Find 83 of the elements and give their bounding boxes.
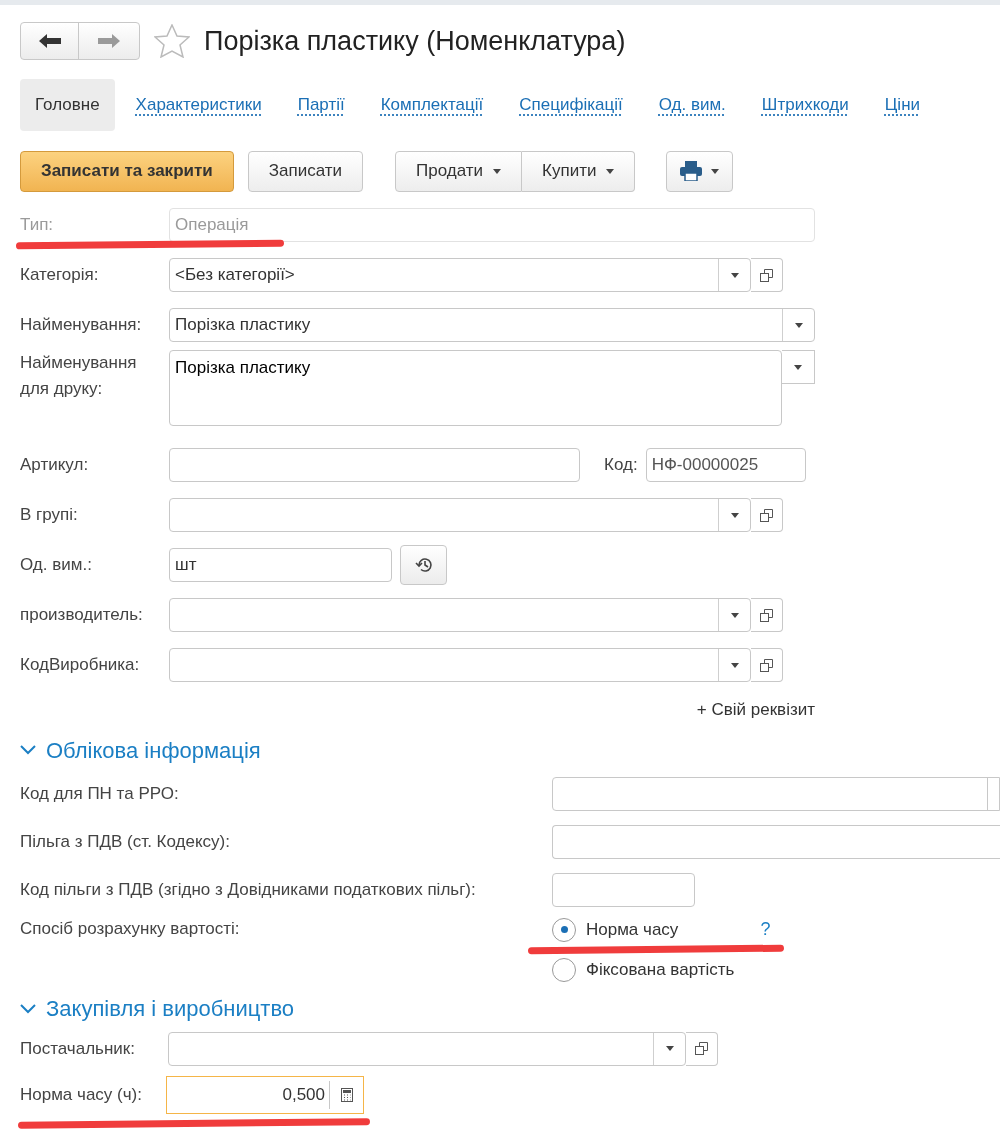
section-header[interactable]: Закупівля і виробництво — [20, 988, 295, 1029]
field-label: Категорія: — [20, 264, 100, 287]
back-arrow-icon — [38, 34, 61, 48]
tab[interactable]: Характеристики — [120, 79, 277, 131]
menu-button[interactable]: Купити — [522, 150, 636, 192]
chevron-icon — [20, 745, 36, 755]
input-field: Операція — [169, 208, 815, 242]
field-label: Норма часу (ч): — [20, 1083, 143, 1106]
star-icon[interactable] — [154, 24, 190, 58]
text-area[interactable]: Порізка пластику — [169, 350, 782, 426]
field-label: Пільга з ПДВ (ст. Кодексу): — [20, 831, 231, 854]
open-button[interactable] — [751, 258, 783, 292]
number-field[interactable]: 0,500 — [166, 1075, 364, 1114]
input-field[interactable] — [552, 777, 1000, 811]
dropdown-button[interactable] — [782, 350, 815, 384]
caret-icon — [493, 168, 502, 174]
input-field[interactable] — [169, 648, 751, 682]
save-close-button[interactable]: Записати та закрити — [20, 150, 234, 192]
calculator-icon — [340, 1087, 353, 1102]
open-button[interactable] — [751, 648, 783, 682]
open-button[interactable] — [686, 1031, 718, 1066]
caret-icon — [730, 272, 739, 278]
field-label: Спосіб розрахунку вартості: — [20, 918, 241, 940]
input-field[interactable] — [168, 1031, 686, 1066]
window-title: Порізка пластику (Номенклатура) — [204, 24, 626, 58]
open-window-icon — [695, 1042, 708, 1055]
open-window-icon — [760, 268, 773, 282]
caret-icon — [606, 168, 615, 174]
input-field[interactable]: НФ-00000025 — [645, 448, 806, 482]
field-label: В групі: — [20, 504, 79, 527]
field-label: Найменування для друку: — [20, 352, 138, 400]
caret-icon — [730, 512, 739, 518]
open-button[interactable] — [751, 498, 783, 532]
input-field[interactable]: <Без категорії> — [169, 258, 751, 292]
input-field[interactable] — [552, 825, 1000, 859]
radio-button[interactable] — [552, 917, 576, 942]
add-attribute-link[interactable]: + Свій реквізит — [696, 697, 815, 723]
forward-arrow-icon — [98, 34, 120, 48]
input-field[interactable] — [552, 873, 695, 907]
option-label: Норма часу — [586, 918, 679, 941]
help-icon[interactable]: ? — [760, 916, 771, 943]
caret-icon — [730, 662, 739, 668]
caret-icon — [711, 168, 720, 174]
caret-icon — [794, 364, 802, 370]
input-field[interactable] — [169, 598, 751, 632]
caret-icon — [730, 612, 739, 618]
open-window-icon — [760, 658, 773, 672]
chevron-icon — [20, 1003, 36, 1014]
section-header[interactable]: Облікова інформація — [20, 730, 261, 770]
caret-icon — [665, 1046, 674, 1051]
field-label: производитель: — [20, 604, 144, 627]
field-label: Код: — [604, 454, 638, 477]
field-label: Тип: — [20, 214, 55, 237]
input-field[interactable]: шт — [169, 548, 392, 582]
history-icon — [413, 556, 434, 574]
tab[interactable]: Комплектації — [365, 79, 499, 131]
radio-button[interactable] — [552, 957, 576, 982]
print-button[interactable] — [666, 150, 734, 192]
option-label: Фіксована вартість — [586, 959, 735, 981]
open-window-icon — [760, 608, 773, 622]
field-label: Код для ПН та РРО: — [20, 783, 180, 806]
field-label: Артикул: — [20, 454, 90, 477]
tab[interactable]: Головне — [20, 79, 115, 131]
field-label: Од. вим.: — [20, 554, 93, 577]
tab[interactable]: Специфікації — [504, 79, 638, 131]
tab[interactable]: Штрихкоди — [746, 79, 864, 131]
open-window-icon — [760, 508, 773, 522]
open-button[interactable] — [751, 598, 783, 632]
input-field[interactable]: Порізка пластику — [169, 308, 815, 342]
tab[interactable]: Од. вим. — [643, 79, 741, 131]
input-field[interactable] — [169, 498, 751, 532]
caret-icon — [794, 322, 803, 328]
field-label: КодВиробника: — [20, 654, 141, 677]
field-label: Код пільги з ПДВ (згідно з Довідниками податкових пільг): — [20, 879, 477, 902]
save-button[interactable]: Записати — [247, 150, 364, 192]
tab[interactable]: Партії — [282, 79, 360, 131]
history-button[interactable] — [400, 545, 447, 585]
field-label: Найменування: — [20, 314, 143, 337]
printer-icon — [680, 161, 703, 181]
field-label: Постачальник: — [20, 1037, 136, 1060]
menu-button[interactable]: Продати — [395, 150, 523, 192]
tab[interactable]: Ціни — [869, 79, 936, 131]
input-field[interactable] — [169, 448, 580, 482]
